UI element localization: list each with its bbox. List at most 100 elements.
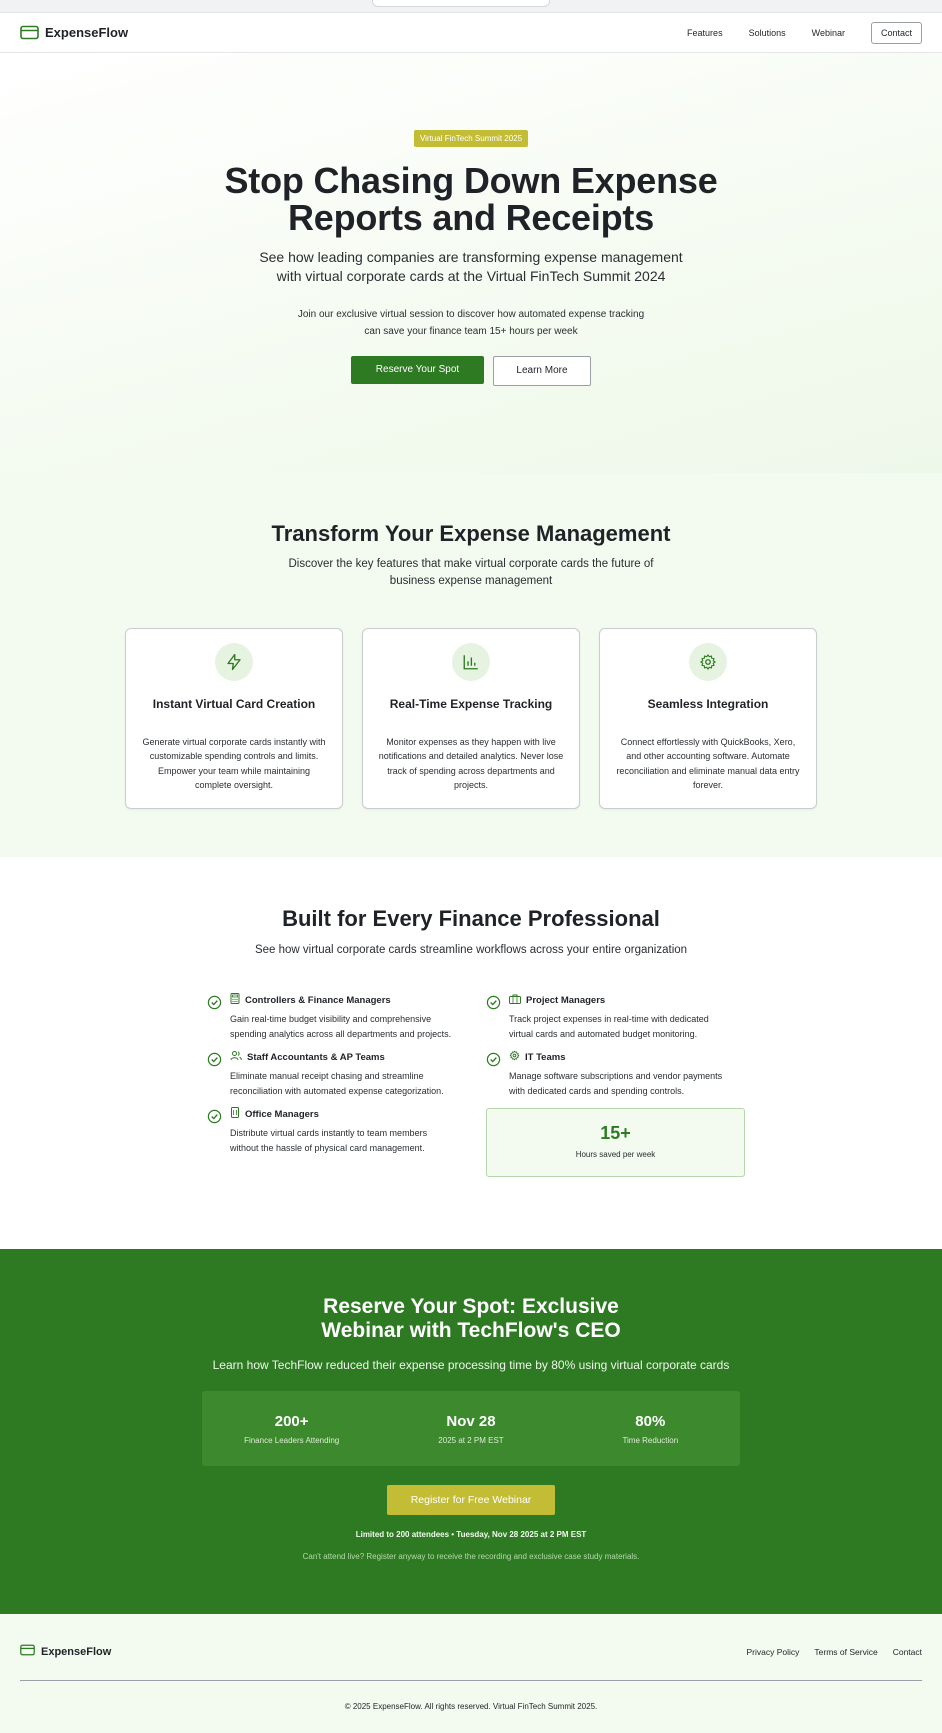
feature-card-desc: Monitor expenses as they happen with liv… xyxy=(378,737,564,790)
learn-more-button[interactable]: Learn More xyxy=(493,356,591,386)
privacy-policy-link[interactable]: Privacy Policy xyxy=(747,1647,800,1657)
feature-cards: Instant Virtual Card Creation Generate v… xyxy=(0,628,942,809)
webinar-title-line1: Reserve Your Spot: Exclusive xyxy=(323,1295,619,1318)
hero-desc-line2: can save your finance team 15+ hours per… xyxy=(364,326,578,337)
features-section: Transform Your Expense Management Discov… xyxy=(0,473,942,857)
gear-icon xyxy=(509,1050,520,1064)
features-subtitle: Discover the key features that make virt… xyxy=(0,556,942,590)
contact-button[interactable]: Contact xyxy=(870,21,922,44)
hero-title: Stop Chasing Down Expense Reports and Re… xyxy=(0,162,942,236)
nav-link-solutions[interactable]: Solutions xyxy=(749,28,786,38)
hero-description: Join our exclusive virtual session to di… xyxy=(0,306,942,340)
webinar-stat-label: Time Reduction xyxy=(622,1435,679,1445)
hours-saved-label: Hours saved per week xyxy=(575,1150,656,1159)
lightning-icon xyxy=(215,643,253,681)
nav-link-webinar[interactable]: Webinar xyxy=(812,28,845,38)
roles-grid: Controllers & Finance Managers Gain real… xyxy=(0,993,942,1177)
event-badge: Virtual FinTech Summit 2025 xyxy=(413,130,529,147)
footer-brand-name: ExpenseFlow xyxy=(41,1645,112,1658)
footer: ExpenseFlow Privacy Policy Terms of Serv… xyxy=(0,1614,942,1733)
nav-link-features[interactable]: Features xyxy=(687,28,723,38)
attendee-limit-text: Limited to 200 attendees • Tuesday, Nov … xyxy=(355,1530,587,1539)
nav-links: Features Solutions Webinar Contact xyxy=(687,21,922,44)
register-webinar-button[interactable]: Register for Free Webinar xyxy=(387,1485,555,1515)
webinar-title: Reserve Your Spot: Exclusive Webinar wit… xyxy=(0,1295,942,1343)
hero-subtitle-line2: with virtual corporate cards at the Virt… xyxy=(276,268,666,284)
webinar-section: Reserve Your Spot: Exclusive Webinar wit… xyxy=(0,1249,942,1614)
role-item: Staff Accountants & AP Teams Eliminate m… xyxy=(207,1051,456,1098)
copyright-text: © 2025 ExpenseFlow. All rights reserved.… xyxy=(344,1702,598,1711)
role-desc: Manage software subscriptions and vendor… xyxy=(509,1071,723,1096)
role-desc: Distribute virtual cards instantly to te… xyxy=(230,1128,428,1153)
hours-saved-stat: 15+ Hours saved per week xyxy=(486,1108,745,1177)
roles-section: Built for Every Finance Professional See… xyxy=(0,857,942,1249)
gear-icon xyxy=(689,643,727,681)
feature-card-desc: Generate virtual corporate cards instant… xyxy=(142,737,326,790)
top-nav: ExpenseFlow Features Solutions Webinar C… xyxy=(0,13,942,53)
hours-saved-value: 15+ xyxy=(600,1123,631,1143)
check-circle-icon xyxy=(207,994,222,1041)
features-title: Transform Your Expense Management xyxy=(271,521,671,546)
feature-card: Instant Virtual Card Creation Generate v… xyxy=(125,628,343,809)
role-item: Project Managers Track project expenses … xyxy=(486,994,735,1041)
bar-chart-icon xyxy=(452,643,490,681)
roles-left-column: Controllers & Finance Managers Gain real… xyxy=(207,993,456,1177)
hero-title-line2: Reports and Receipts xyxy=(287,197,655,238)
check-circle-icon xyxy=(207,1051,222,1098)
role-desc: Track project expenses in real-time with… xyxy=(509,1014,709,1039)
role-desc: Gain real-time budget visibility and com… xyxy=(230,1014,452,1039)
webinar-subtitle: Learn how TechFlow reduced their expense… xyxy=(212,1358,730,1372)
feature-card-desc: Connect effortlessly with QuickBooks, Xe… xyxy=(616,737,800,790)
role-title-text: Project Managers xyxy=(526,994,606,1006)
role-item: Office Managers Distribute virtual cards… xyxy=(207,1107,456,1155)
hero-desc-line1: Join our exclusive virtual session to di… xyxy=(297,309,645,320)
role-desc: Eliminate manual receipt chasing and str… xyxy=(230,1071,444,1096)
webinar-title-line2: Webinar with TechFlow's CEO xyxy=(321,1319,621,1342)
brand-logo[interactable]: ExpenseFlow xyxy=(20,25,128,40)
hero-cta-group: Reserve Your Spot Learn More xyxy=(0,356,942,386)
webinar-stat-value: Nov 28 xyxy=(446,1412,496,1430)
credit-card-icon xyxy=(20,25,39,40)
check-circle-icon xyxy=(486,1051,501,1098)
webinar-stat-label: Finance Leaders Attending xyxy=(244,1435,340,1445)
brand-name: ExpenseFlow xyxy=(45,25,129,40)
footer-divider xyxy=(20,1680,922,1681)
credit-card-icon xyxy=(20,1644,35,1659)
briefcase-icon xyxy=(509,994,521,1007)
role-title-text: Controllers & Finance Managers xyxy=(245,994,391,1006)
role-title-text: Staff Accountants & AP Teams xyxy=(247,1051,385,1063)
feature-card-title: Real-Time Expense Tracking xyxy=(389,697,553,711)
hero-section: Virtual FinTech Summit 2025 Stop Chasing… xyxy=(0,53,942,473)
feature-card-title: Instant Virtual Card Creation xyxy=(152,697,316,711)
webinar-stat-value: 80% xyxy=(635,1412,666,1430)
webinar-stat-value: 200+ xyxy=(274,1412,309,1430)
roles-right-column: Project Managers Track project expenses … xyxy=(486,994,745,1177)
hero-subtitle-line1: See how leading companies are transformi… xyxy=(259,249,683,265)
footer-brand[interactable]: ExpenseFlow xyxy=(20,1644,111,1659)
recording-note: Can't attend live? Register anyway to re… xyxy=(302,1552,640,1561)
features-subtitle-line1: Discover the key features that make virt… xyxy=(288,558,654,570)
roles-subtitle: See how virtual corporate cards streamli… xyxy=(254,944,688,956)
webinar-stats: 200+ Finance Leaders Attending Nov 28 20… xyxy=(202,1391,740,1466)
role-title-text: IT Teams xyxy=(525,1051,566,1063)
role-item: Controllers & Finance Managers Gain real… xyxy=(207,993,456,1041)
building-icon xyxy=(230,1107,240,1121)
webinar-stat: 200+ Finance Leaders Attending xyxy=(207,1413,377,1445)
webinar-stat-label: 2025 at 2 PM EST xyxy=(438,1435,504,1445)
role-item: IT Teams Manage software subscriptions a… xyxy=(486,1050,735,1098)
footer-links: Privacy Policy Terms of Service Contact xyxy=(747,1647,923,1657)
reserve-spot-button[interactable]: Reserve Your Spot xyxy=(351,356,484,384)
role-title-text: Office Managers xyxy=(245,1108,319,1120)
roles-title: Built for Every Finance Professional xyxy=(282,906,660,931)
calculator-icon xyxy=(230,993,240,1007)
terms-of-service-link[interactable]: Terms of Service xyxy=(814,1647,877,1657)
footer-contact-link[interactable]: Contact xyxy=(893,1647,922,1657)
hero-title-line1: Stop Chasing Down Expense xyxy=(224,160,718,201)
browser-top-strip xyxy=(0,0,942,13)
webinar-stat: Nov 28 2025 at 2 PM EST xyxy=(386,1413,556,1445)
feature-card: Real-Time Expense Tracking Monitor expen… xyxy=(362,628,580,809)
browser-url-bar[interactable] xyxy=(372,0,550,7)
check-circle-icon xyxy=(207,1108,222,1155)
users-icon xyxy=(230,1050,242,1064)
check-circle-icon xyxy=(486,994,501,1041)
